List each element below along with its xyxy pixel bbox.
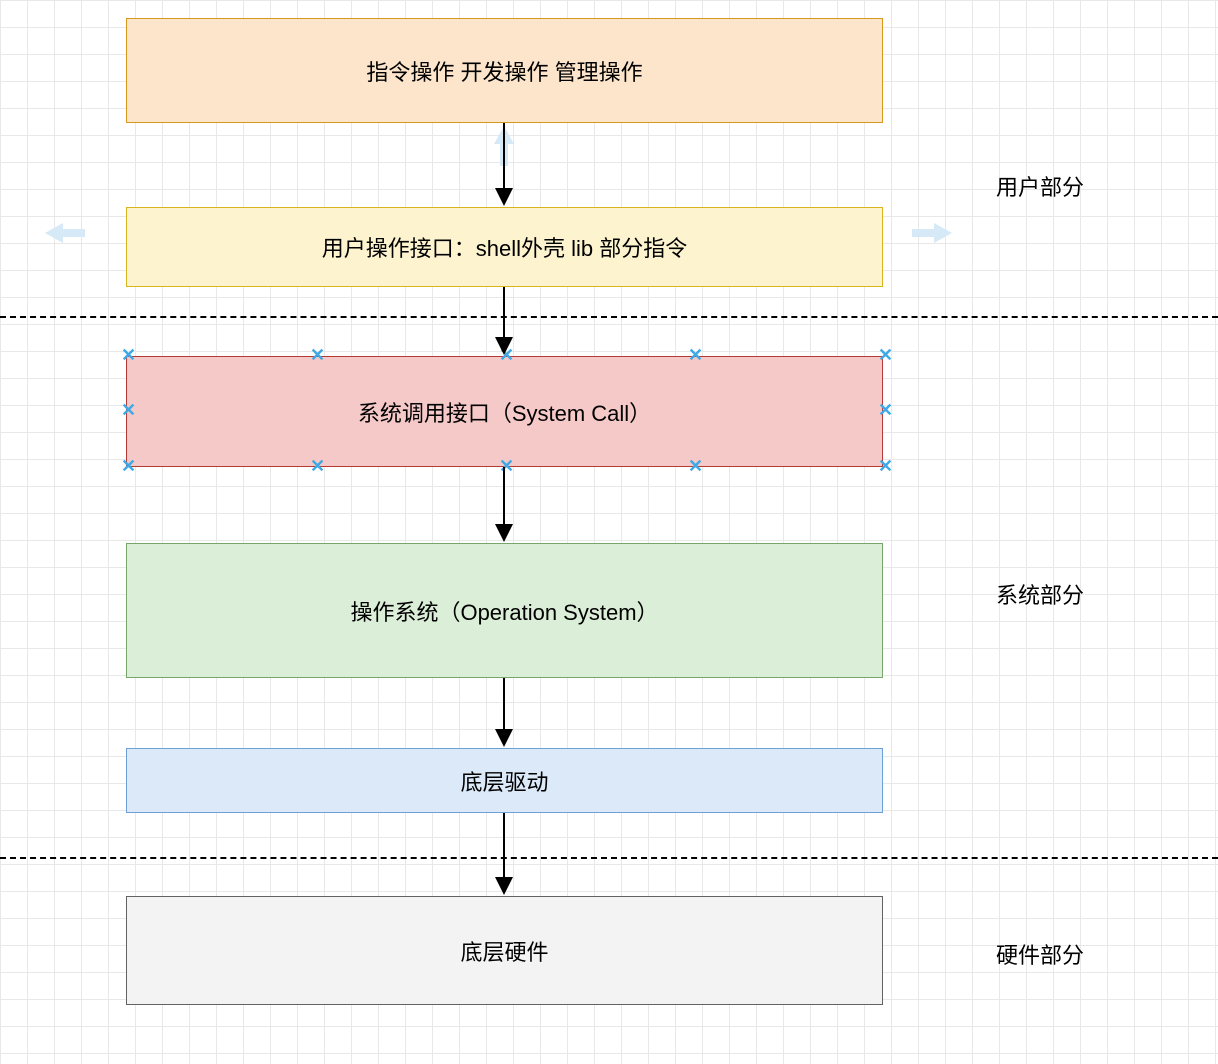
box-os-label: 操作系统（Operation System） xyxy=(350,595,658,627)
pan-right-icon[interactable] xyxy=(912,216,952,254)
resize-handle-icon[interactable]: ✕ xyxy=(688,462,698,472)
resize-handle-icon[interactable]: ✕ xyxy=(121,406,131,416)
pan-left-icon[interactable] xyxy=(45,216,85,254)
resize-handle-icon[interactable]: ✕ xyxy=(499,462,509,472)
resize-handle-icon[interactable]: ✕ xyxy=(499,351,509,361)
resize-handle-icon[interactable]: ✕ xyxy=(121,462,131,472)
box-user-interface-label: 用户操作接口：shell外壳 lib 部分指令 xyxy=(322,231,687,263)
section-label-system: 系统部分 xyxy=(996,578,1084,610)
box-driver[interactable]: 底层驱动 xyxy=(126,748,883,813)
section-label-hardware: 硬件部分 xyxy=(996,938,1084,970)
box-operations[interactable]: 指令操作 开发操作 管理操作 xyxy=(126,18,883,123)
resize-handle-icon[interactable]: ✕ xyxy=(878,462,888,472)
resize-handle-icon[interactable]: ✕ xyxy=(121,351,131,361)
box-user-interface[interactable]: 用户操作接口：shell外壳 lib 部分指令 xyxy=(126,207,883,287)
resize-handle-icon[interactable]: ✕ xyxy=(878,351,888,361)
resize-handle-icon[interactable]: ✕ xyxy=(310,351,320,361)
box-driver-label: 底层驱动 xyxy=(460,765,548,797)
separator-user-system xyxy=(0,316,1218,318)
box-os[interactable]: 操作系统（Operation System） xyxy=(126,543,883,678)
box-hardware[interactable]: 底层硬件 xyxy=(126,896,883,1005)
resize-handle-icon[interactable]: ✕ xyxy=(310,462,320,472)
resize-handle-icon[interactable]: ✕ xyxy=(688,351,698,361)
pan-up-icon[interactable] xyxy=(490,126,518,173)
box-hardware-label: 底层硬件 xyxy=(460,935,548,967)
box-system-call[interactable]: 系统调用接口（System Call） xyxy=(126,356,883,467)
box-system-call-label: 系统调用接口（System Call） xyxy=(358,396,651,428)
separator-system-hardware xyxy=(0,857,1218,859)
resize-handle-icon[interactable]: ✕ xyxy=(878,406,888,416)
box-operations-label: 指令操作 开发操作 管理操作 xyxy=(366,55,642,87)
section-label-user: 用户部分 xyxy=(996,170,1084,202)
diagram-canvas[interactable]: 指令操作 开发操作 管理操作 用户操作接口：shell外壳 lib 部分指令 系… xyxy=(0,0,1218,1064)
